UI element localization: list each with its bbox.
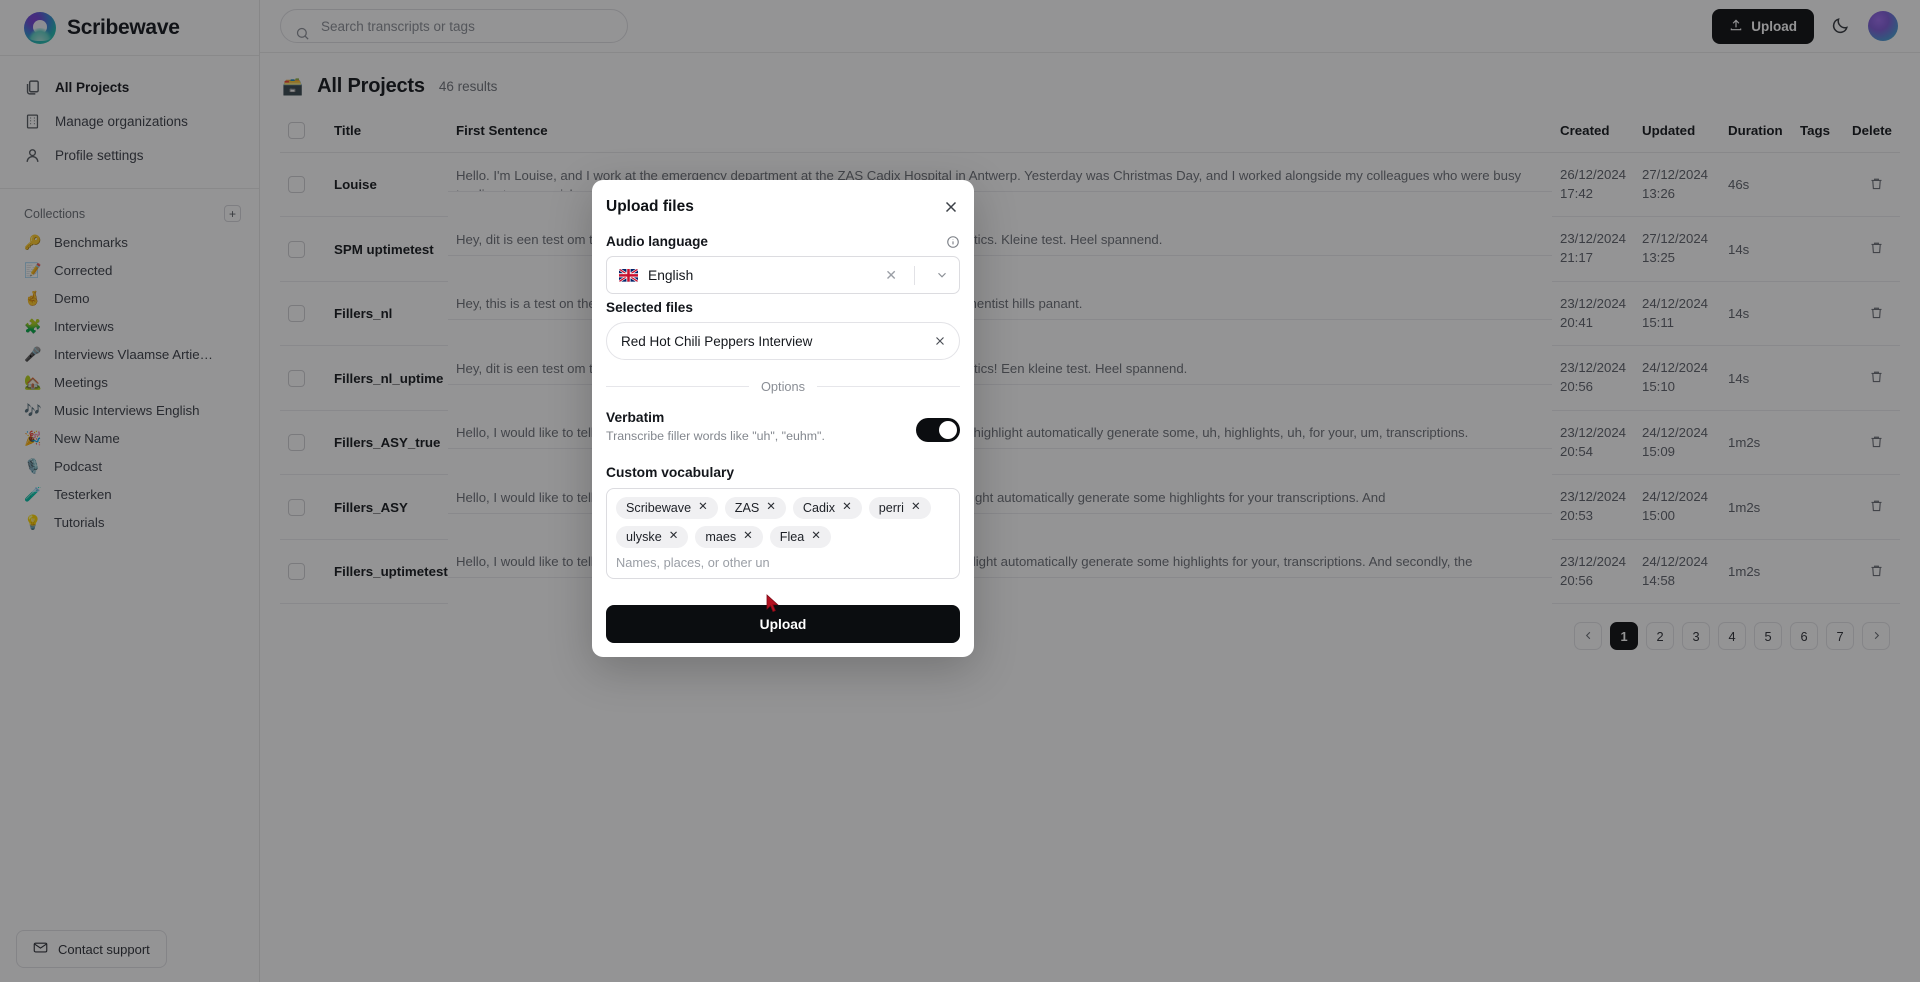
selected-files-label: Selected files (606, 300, 693, 315)
custom-vocabulary-input[interactable] (616, 555, 950, 570)
uk-flag-icon (619, 268, 638, 282)
selected-file-name: Red Hot Chili Peppers Interview (621, 333, 813, 349)
selected-file-item: Red Hot Chili Peppers Interview (606, 322, 960, 360)
vocabulary-tag-label: perri (878, 501, 904, 515)
options-divider: Options (606, 360, 961, 408)
remove-tag-icon[interactable]: ✕ (842, 502, 852, 514)
vocabulary-tag-label: maes (705, 530, 737, 544)
audio-language-label: Audio language (606, 234, 708, 249)
vocabulary-tag-label: ulyske (626, 530, 662, 544)
remove-tag-icon[interactable]: ✕ (698, 502, 708, 514)
vocabulary-tag: perri ✕ (868, 497, 931, 519)
remove-tag-icon[interactable]: ✕ (766, 502, 776, 514)
options-label: Options (760, 379, 806, 394)
select-divider (914, 265, 915, 285)
info-icon[interactable] (946, 235, 960, 249)
clear-icon[interactable]: ✕ (878, 268, 904, 282)
verbatim-toggle[interactable] (916, 418, 960, 442)
app-root: Scribewave All Projects Manage organizat… (0, 0, 1920, 982)
modal-header: Upload files (606, 195, 960, 228)
vocabulary-tag-label: Scribewave (626, 501, 692, 515)
vocabulary-tag: maes ✕ (695, 526, 763, 548)
divider-line (817, 386, 961, 387)
remove-tag-icon[interactable]: ✕ (811, 531, 821, 543)
audio-language-value: English (648, 267, 694, 283)
vocabulary-tag-label: Flea (779, 530, 805, 544)
verbatim-subtitle: Transcribe filler words like "uh", "euhm… (606, 429, 825, 443)
remove-tag-icon[interactable]: ✕ (911, 502, 921, 514)
vocabulary-tag-label: ZAS (734, 501, 760, 515)
remove-file-icon[interactable] (933, 334, 947, 348)
vocabulary-tag: ulyske ✕ (616, 526, 689, 548)
chevron-down-icon[interactable] (925, 268, 959, 282)
audio-language-select[interactable]: English ✕ (606, 256, 960, 294)
verbatim-title: Verbatim (606, 410, 665, 425)
vocabulary-tag: Scribewave ✕ (616, 497, 718, 519)
modal-title: Upload files (606, 198, 694, 215)
custom-vocabulary-input-box[interactable]: Scribewave ✕ ZAS ✕ Cadix ✕ perri ✕ ulysk… (606, 488, 960, 579)
vocabulary-tag: Flea ✕ (769, 526, 831, 548)
verbatim-option-row: Verbatim Transcribe filler words like "u… (606, 408, 960, 443)
modal-upload-button[interactable]: Upload (606, 605, 960, 643)
vocabulary-tag-label: Cadix (802, 501, 836, 515)
custom-vocabulary-label: Custom vocabulary (606, 465, 735, 480)
remove-tag-icon[interactable]: ✕ (743, 531, 753, 543)
audio-language-label-row: Audio language (606, 228, 960, 256)
vocabulary-tag: Cadix ✕ (792, 497, 862, 519)
close-icon[interactable] (942, 198, 960, 216)
remove-tag-icon[interactable]: ✕ (669, 531, 679, 543)
selected-files-label-row: Selected files (606, 294, 960, 322)
verbatim-text-block: Verbatim Transcribe filler words like "u… (606, 410, 825, 443)
divider-line (606, 386, 749, 387)
upload-files-modal: Upload files Audio language English ✕ Se… (592, 180, 974, 657)
vocabulary-tag: ZAS ✕ (724, 497, 786, 519)
